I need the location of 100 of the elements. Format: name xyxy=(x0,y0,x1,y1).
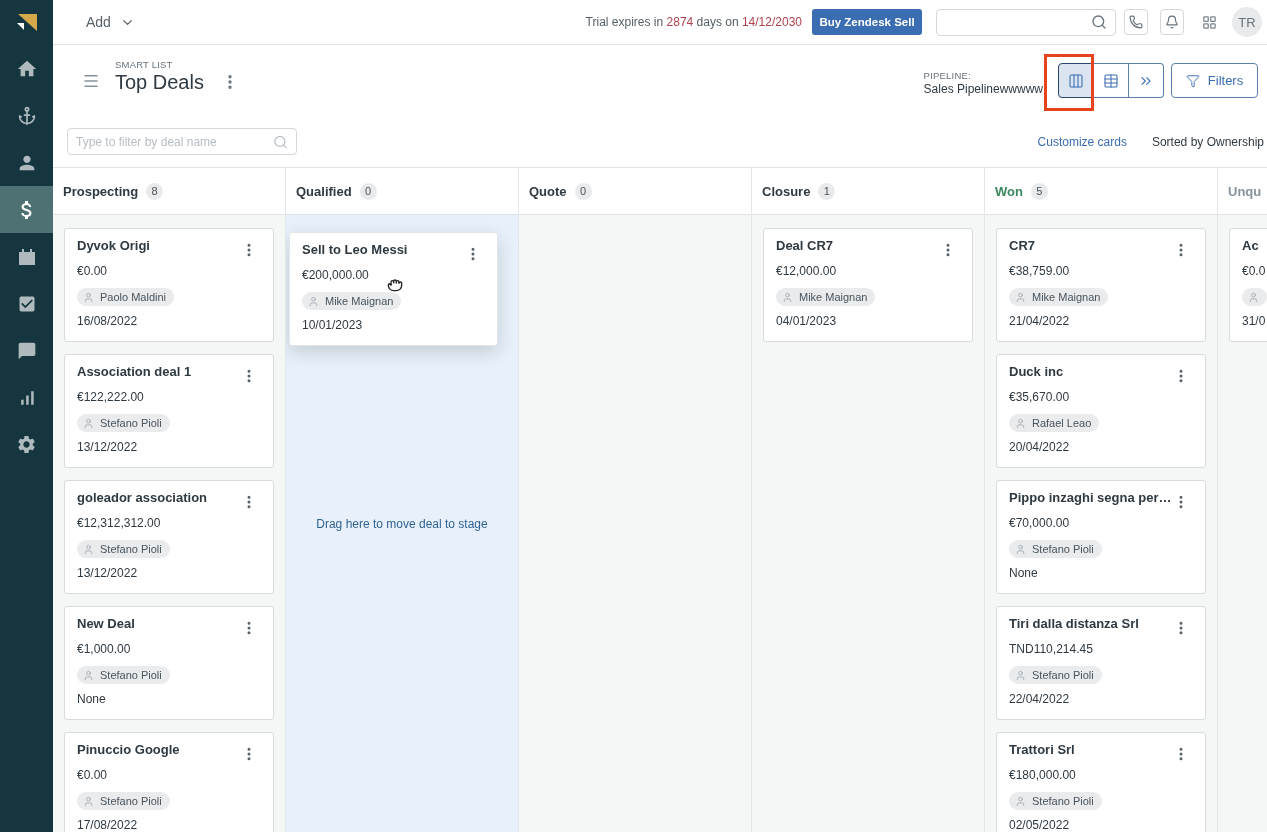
stage-title: Won xyxy=(995,183,1023,199)
count-badge: 0 xyxy=(574,182,592,200)
deal-title: Trattori Srl xyxy=(1009,741,1075,759)
deal-title: Pippo inzaghi segna per… xyxy=(1009,489,1172,507)
user-icon xyxy=(1015,543,1026,555)
phone-button[interactable] xyxy=(1124,9,1148,35)
deal-date: 10/01/2023 xyxy=(302,317,364,333)
deal-title: Association deal 1 xyxy=(77,363,192,381)
count-badge: 8 xyxy=(146,182,164,200)
deal-title: Sell to Leo Messi xyxy=(302,241,408,259)
smart-list-label: SMART LIST xyxy=(115,59,174,70)
deal-card[interactable]: Duck inc €35,670.00 Rafael Leao 20/04/2022 xyxy=(996,354,1206,468)
deal-filter-field[interactable]: Type to filter by deal name xyxy=(67,128,297,155)
deal-amount: €122,222.00 xyxy=(77,389,145,405)
stage-title: Unqu xyxy=(1228,183,1262,199)
grab-cursor-icon xyxy=(387,276,403,292)
deal-title: Pinuccio Google xyxy=(77,741,180,759)
buy-button[interactable]: Buy Zendesk Sell xyxy=(812,9,922,35)
drop-hint: Drag here to move deal to stage xyxy=(316,517,488,531)
sort-label: Sorted by Ownership xyxy=(1151,134,1264,149)
deal-amount: €70,000.00 xyxy=(1009,515,1071,531)
deal-date: 16/08/2022 xyxy=(77,313,139,329)
count-badge: 5 xyxy=(1030,182,1048,200)
add-menu-button[interactable]: Add xyxy=(86,14,135,30)
nav-button[interactable] xyxy=(0,186,53,233)
deal-amount: €0.00 xyxy=(77,263,109,279)
count-badge: 0 xyxy=(359,182,377,200)
trial-notice: Trial expires in 2874 days on 14/12/2030 xyxy=(585,15,802,29)
deal-card[interactable]: Deal CR7 €12,000.00 Mike Maignan 04/01/2023 xyxy=(763,228,973,342)
deal-date: 21/04/2022 xyxy=(1009,313,1071,329)
view-toggle-button[interactable] xyxy=(1094,63,1129,98)
view-toggle-button[interactable] xyxy=(1058,63,1094,98)
deal-amount: €12,000.00 xyxy=(776,263,838,279)
stage-title: Qualified xyxy=(296,183,352,199)
stage-title: Prospecting xyxy=(63,183,139,199)
deal-amount: €180,000.00 xyxy=(1009,767,1077,783)
deal-amount: €200,000.00 xyxy=(302,267,370,283)
columns-icon xyxy=(1068,72,1084,89)
deal-title: Dyvok Origi xyxy=(77,237,150,255)
logo-icon[interactable] xyxy=(16,14,37,31)
deal-date: 04/01/2023 xyxy=(776,313,838,329)
apps-grid-icon[interactable] xyxy=(1202,14,1217,30)
deal-title: Duck inc xyxy=(1009,363,1064,381)
deal-amount: €35,670.00 xyxy=(1009,389,1071,405)
deal-amount: TND110,214.45 xyxy=(1009,641,1094,657)
deal-card[interactable]: Ac €0.0 31/0 xyxy=(1229,228,1267,342)
deal-title: New Deal xyxy=(77,615,135,633)
phone-icon xyxy=(1129,15,1143,29)
deal-date: 31/0 xyxy=(1242,313,1267,329)
calendar-icon xyxy=(17,247,36,266)
user-icon xyxy=(83,417,94,429)
deal-card[interactable]: Trattori Srl €180,000.00 Stefano Pioli 02/05/2022 xyxy=(996,732,1206,832)
deal-card[interactable]: goleador association €12,312,312.00 Stefano Pioli 13/12/2022 xyxy=(64,480,274,594)
owner-name: Stefano Pioli xyxy=(100,669,162,681)
deal-title: goleador association xyxy=(77,489,208,507)
owner-name: Paolo Maldini xyxy=(100,291,167,303)
avatar[interactable]: TR xyxy=(1232,7,1262,37)
user-icon xyxy=(782,291,793,303)
owner-name: Mike Maignan xyxy=(325,295,394,307)
deal-amount: €12,312,312.00 xyxy=(77,515,162,531)
count-badge: 1 xyxy=(818,182,836,200)
deal-card[interactable]: Dyvok Origi €0.00 Paolo Maldini 16/08/2022 xyxy=(64,228,274,342)
search-field[interactable] xyxy=(936,8,1116,36)
owner-name: Stefano Pioli xyxy=(100,543,162,555)
user-icon xyxy=(83,795,94,807)
deal-card[interactable]: Pippo inzaghi segna per… €70,000.00 Stefano Pioli None xyxy=(996,480,1206,594)
customize-cards-link[interactable]: Customize cards xyxy=(1037,134,1127,149)
table-icon xyxy=(1103,72,1119,89)
page-title: Top Deals xyxy=(115,70,204,94)
chat-icon xyxy=(16,340,37,361)
deal-title: Deal CR7 xyxy=(776,237,834,255)
filter-icon xyxy=(1185,73,1200,88)
notifications-button[interactable] xyxy=(1160,9,1184,35)
owner-name: Rafael Leao xyxy=(1032,417,1092,429)
deal-card[interactable]: Tiri dalla distanza Srl TND110,214.45 Stefano Pioli 22/04/2022 xyxy=(996,606,1206,720)
user-icon xyxy=(308,295,319,307)
stage-title: Quote xyxy=(529,183,567,199)
owner-name: Stefano Pioli xyxy=(1032,543,1094,555)
deal-amount: €1,000.00 xyxy=(77,641,132,657)
view-toggle-button[interactable] xyxy=(1129,63,1164,98)
deal-date: 02/05/2022 xyxy=(1009,817,1071,832)
deal-card[interactable]: Pinuccio Google €0.00 Stefano Pioli 17/08/2022 xyxy=(64,732,274,832)
pipeline-label: PIPELINE: xyxy=(923,69,972,82)
deal-title: Ac xyxy=(1242,237,1259,255)
user-icon xyxy=(1248,291,1259,303)
stage-title: Closure xyxy=(762,183,811,199)
deal-date: None xyxy=(1009,565,1039,581)
menu-icon[interactable] xyxy=(82,72,100,90)
deal-amount: €0.0 xyxy=(1242,263,1267,279)
dragged-deal-card[interactable]: Sell to Leo Messi €200,000.00 Mike Maignan 10/01/2023 xyxy=(289,232,498,346)
deal-card[interactable]: New Deal €1,000.00 Stefano Pioli None xyxy=(64,606,274,720)
bell-icon xyxy=(1165,15,1179,29)
user-icon xyxy=(1015,669,1026,681)
pipeline-name: Sales Pipelinewwwww xyxy=(923,81,1043,97)
deal-date: 20/04/2022 xyxy=(1009,439,1071,455)
deal-card[interactable]: Association deal 1 €122,222.00 Stefano Pioli 13/12/2022 xyxy=(64,354,274,468)
search-icon xyxy=(1091,14,1107,30)
deal-card[interactable]: CR7 €38,759.00 Mike Maignan 21/04/2022 xyxy=(996,228,1206,342)
filters-button[interactable]: Filters xyxy=(1171,63,1258,98)
owner-name: Stefano Pioli xyxy=(1032,795,1094,807)
